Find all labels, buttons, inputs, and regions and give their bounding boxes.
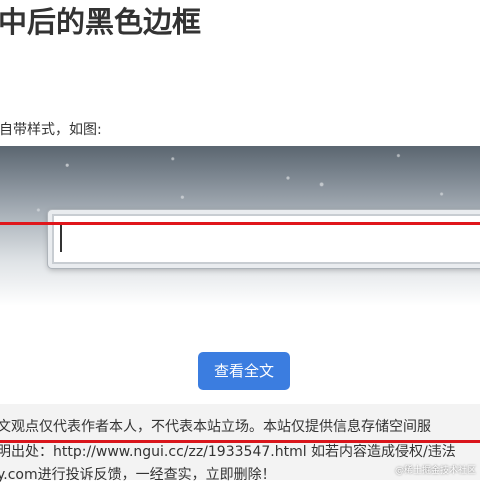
article-caption: 自带样式，如图: (0, 122, 102, 138)
view-full-text-button[interactable]: 查看全文 (198, 352, 290, 390)
watermark: @稀土掘金技术社区 (394, 466, 476, 476)
annotation-red-underline (0, 440, 480, 443)
annotation-red-line (0, 222, 480, 225)
example-input-field (48, 210, 480, 268)
article-heading: 中后的黑色边框 (0, 5, 202, 39)
text-caret (60, 224, 62, 252)
disclaimer-line-1: 文观点仅代表作者本人，不代表本站立场。本站仅提供信息存储空间服 (0, 419, 431, 435)
disclaimer-line-2: 明出处：http://www.ngui.cc/zz/1933547.html 如… (0, 444, 456, 460)
disclaimer-line-3: y.com进行投诉反馈，一经查实，立即删除！ (0, 467, 276, 483)
